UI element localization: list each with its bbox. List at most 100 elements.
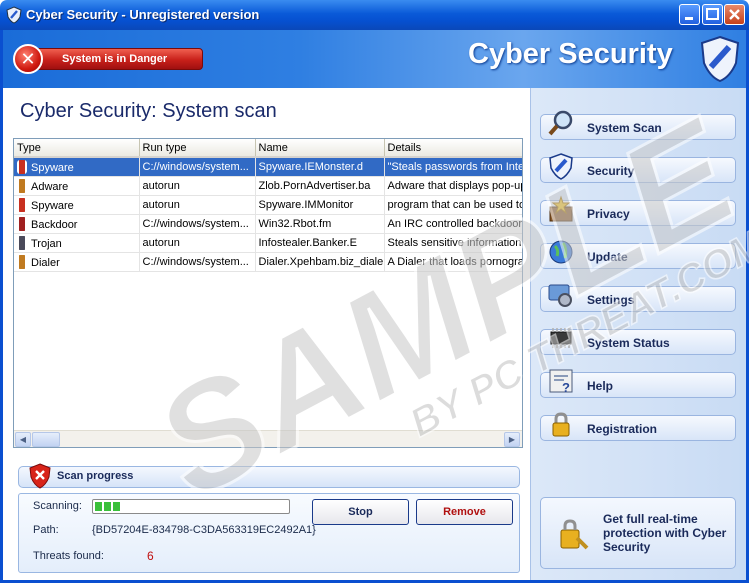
warning-x-icon: ✕ — [13, 44, 43, 74]
sidebar-item-update[interactable]: Update — [540, 240, 736, 269]
scan-progress-fill — [95, 502, 122, 511]
maximize-button[interactable] — [702, 4, 723, 25]
table-cell-type: Spyware — [14, 157, 140, 177]
promo-text: Get full real-time protection with Cyber… — [603, 512, 727, 554]
sidebar-item-help[interactable]: ? Help — [540, 369, 736, 398]
table-cell-details: Adware that displays pop-up advertisemen… — [384, 176, 523, 196]
horizontal-scrollbar[interactable]: ◀ ▶ — [14, 430, 522, 447]
table-cell-name: Infostealer.Banker.E — [255, 233, 385, 253]
empty-row — [14, 385, 522, 404]
sidebar-item-settings[interactable]: Settings — [540, 284, 736, 312]
table-cell-text: C://windows/system... — [142, 160, 249, 173]
threats-found-count: 6 — [147, 549, 154, 563]
table-cell-run: C://windows/system... — [139, 157, 256, 177]
brand-shield-icon — [700, 35, 740, 83]
chip-icon — [550, 328, 572, 348]
table-row[interactable]: Backdoor C://windows/system... Win32.Rbot.… — [14, 214, 523, 234]
empty-row — [14, 347, 522, 366]
promo-panel[interactable]: Get full real-time protection with Cyber… — [540, 497, 736, 569]
table-cell-text: Steals sensitive information from the — [387, 236, 523, 249]
table-cell-text: Adware — [31, 180, 69, 193]
threat-icon — [17, 197, 27, 212]
column-header-type[interactable]: Type — [14, 139, 140, 158]
table-row[interactable]: Trojan autorun Infostealer.Banker.E Steals … — [14, 233, 523, 253]
column-header-run-type[interactable]: Run type — [139, 139, 256, 158]
header-banner: System is in Danger ✕ Cyber Security — [3, 30, 746, 88]
table-cell-text: Spyware — [31, 199, 74, 212]
table-cell-run: C://windows/system... — [139, 252, 256, 272]
table-cell-text: A Dialer that loads pornographic content — [387, 255, 523, 268]
threat-icon — [17, 235, 27, 250]
settings-icon — [548, 284, 572, 307]
sidebar-item-label: Update — [587, 250, 628, 264]
empty-row — [14, 309, 522, 328]
table-cell-text: Spyware.IMMonitor — [258, 198, 354, 211]
table-cell-run: autorun — [139, 176, 256, 196]
sidebar-item-system-scan[interactable]: System Scan — [540, 110, 736, 140]
danger-shield-icon — [29, 463, 51, 489]
sidebar-item-label: Registration — [587, 422, 658, 436]
table-cell-type: Trojan — [14, 233, 140, 253]
brand-title: Cyber Security — [468, 38, 673, 70]
table-cell-text: Adware that displays pop-up advertisemen… — [387, 179, 523, 192]
minimize-button[interactable] — [679, 4, 700, 25]
table-cell-details: Steals sensitive information from the — [384, 233, 523, 253]
close-icon — [729, 9, 740, 20]
table-row[interactable]: Spyware autorun Spyware.IMMonitor program t… — [14, 195, 522, 215]
table-cell-text: Zlob.PornAdvertiser.ba — [258, 179, 371, 192]
table-cell-name: Win32.Rbot.fm — [255, 214, 385, 234]
table-cell-run: autorun — [139, 195, 256, 215]
remove-button[interactable]: Remove — [416, 499, 513, 525]
maximize-icon — [706, 8, 719, 20]
empty-row — [14, 290, 522, 309]
stop-button[interactable]: Stop — [312, 499, 409, 525]
sidebar-item-security[interactable]: Security — [540, 153, 736, 183]
sidebar-item-label: Security — [587, 164, 635, 178]
table-cell-text: Dialer.Xpehbam.biz_dialer — [258, 255, 384, 268]
table-cell-text: Spyware — [31, 161, 74, 174]
close-button[interactable] — [724, 4, 745, 25]
sidebar-item-privacy[interactable]: Privacy — [540, 195, 736, 226]
table-cell-type: Adware — [14, 176, 140, 196]
scanning-label: Scanning: — [33, 500, 82, 512]
table-cell-text: Backdoor — [31, 218, 78, 231]
sidebar-item-label: Help — [587, 379, 614, 393]
scroll-right-icon[interactable]: ▶ — [504, 432, 520, 447]
lock-icon — [552, 412, 570, 437]
table-cell-details: A Dialer that loads pornographic content — [384, 252, 523, 272]
scroll-left-icon[interactable]: ◀ — [15, 432, 31, 447]
scroll-thumb[interactable] — [32, 432, 60, 447]
threats-table[interactable]: Type Run type Name Details Spyware C://wi… — [13, 138, 523, 448]
scan-progress-bar — [92, 499, 290, 514]
path-label: Path: — [33, 524, 59, 536]
threats-found-label: Threats found: — [33, 550, 104, 562]
scan-progress-header: Scan progress — [18, 463, 520, 489]
threat-icon — [17, 216, 27, 231]
column-header-details[interactable]: Details — [384, 139, 522, 158]
table-cell-text: autorun — [142, 179, 180, 192]
danger-label: System is in Danger — [31, 48, 203, 70]
table-row[interactable]: Adware autorun Zlob.PornAdvertiser.ba Adwar… — [14, 176, 523, 196]
globe-icon — [549, 240, 573, 264]
table-cell-name: Spyware.IEMonster.d — [255, 157, 385, 177]
danger-badge[interactable]: System is in Danger ✕ — [13, 44, 203, 74]
column-header-name[interactable]: Name — [255, 139, 385, 158]
threat-icon — [17, 178, 27, 193]
shield-icon — [549, 153, 573, 180]
table-row[interactable]: Dialer C://windows/system... Dialer.Xpehba… — [14, 252, 523, 272]
scan-progress-title: Scan progress — [57, 470, 134, 482]
table-cell-text: An IRC controlled backdoor that provides — [387, 217, 523, 230]
table-cell-text: C://windows/system... — [142, 217, 249, 230]
sidebar-item-system-status[interactable]: System Status — [540, 328, 736, 355]
sidebar-item-registration[interactable]: Registration — [540, 412, 736, 441]
table-cell-details: "Steals passwords from Internet Explorer — [384, 157, 522, 177]
table-cell-text: autorun — [142, 198, 180, 211]
table-cell-text: Spyware.IEMonster.d — [258, 160, 364, 173]
title-bar[interactable]: Cyber Security - Unregistered version — [0, 0, 749, 30]
table-cell-name: Spyware.IMMonitor — [255, 195, 385, 215]
table-row[interactable]: Spyware C://windows/system... Spyware.IEMo… — [14, 157, 522, 177]
threat-icon — [17, 254, 27, 269]
threat-icon — [17, 159, 27, 174]
help-icon: ? — [549, 369, 573, 395]
empty-row — [14, 366, 522, 385]
